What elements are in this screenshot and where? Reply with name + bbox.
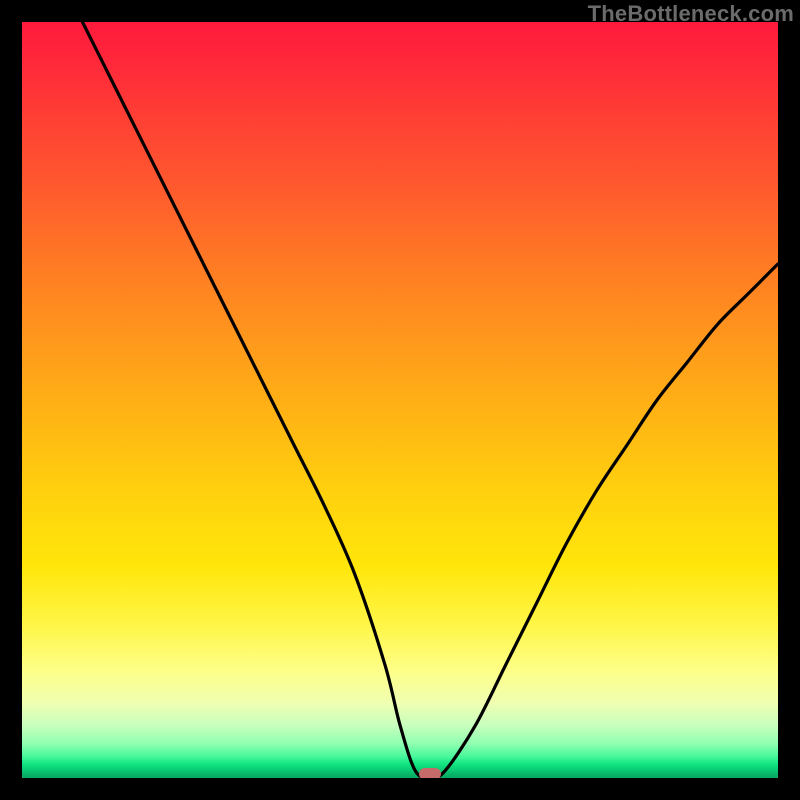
chart-frame: TheBottleneck.com [0,0,800,800]
plot-area [22,22,778,778]
optimal-marker [419,768,441,778]
watermark-text: TheBottleneck.com [588,3,794,25]
bottleneck-curve [22,22,778,778]
